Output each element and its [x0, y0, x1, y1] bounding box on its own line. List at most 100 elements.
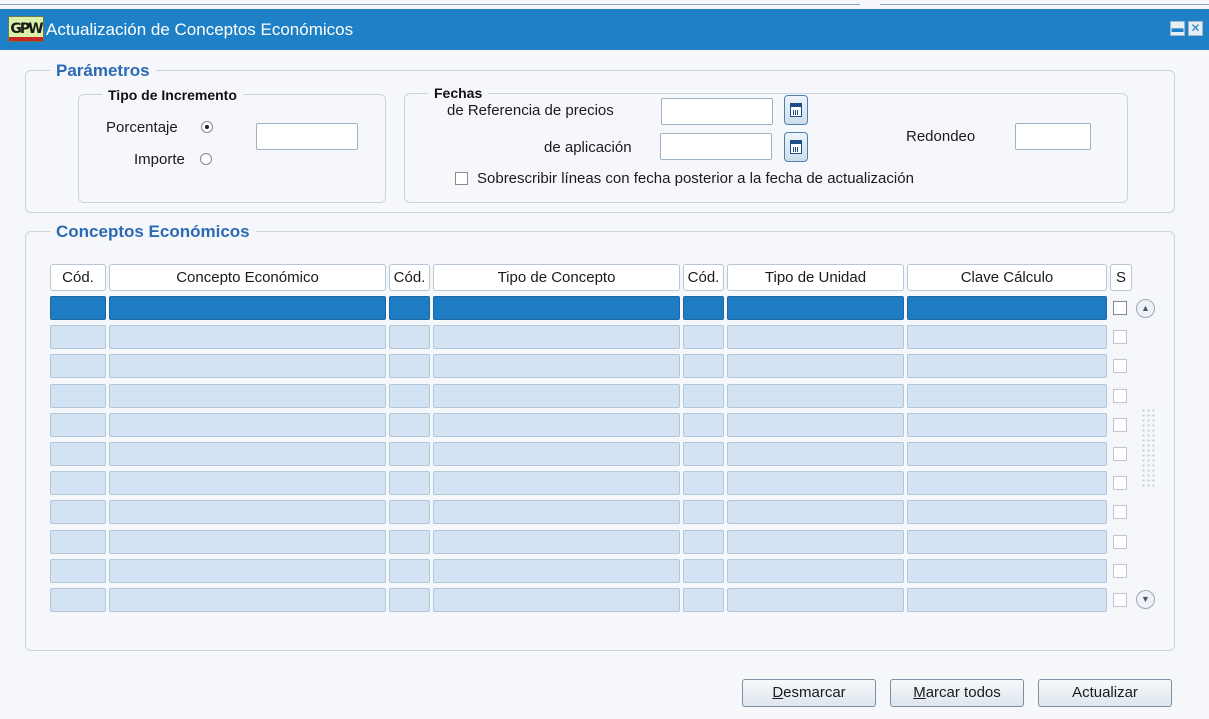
- cell-tipo-concepto[interactable]: [433, 296, 680, 320]
- cell-concepto-economico[interactable]: [109, 384, 386, 408]
- cell-cod[interactable]: [50, 413, 106, 437]
- row-select-checkbox[interactable]: [1113, 418, 1127, 432]
- column-header-tipo-unidad[interactable]: Tipo de Unidad: [727, 264, 904, 291]
- cell-tipo-concepto[interactable]: [433, 413, 680, 437]
- referencia-precios-input[interactable]: [661, 98, 773, 125]
- row-select-checkbox[interactable]: [1113, 359, 1127, 373]
- cell-cod[interactable]: [683, 384, 724, 408]
- cell-cod[interactable]: [50, 471, 106, 495]
- aplicacion-calendar-button[interactable]: [784, 132, 808, 162]
- sobrescribir-checkbox[interactable]: [455, 172, 468, 185]
- row-select-checkbox[interactable]: [1113, 564, 1127, 578]
- cell-cod[interactable]: [683, 354, 724, 378]
- cell-tipo-concepto[interactable]: [433, 325, 680, 349]
- cell-tipo-concepto[interactable]: [433, 384, 680, 408]
- cell-cod[interactable]: [50, 500, 106, 524]
- importe-radio[interactable]: [200, 153, 212, 165]
- cell-tipo-unidad[interactable]: [727, 384, 904, 408]
- column-header-cod[interactable]: Cód.: [683, 264, 724, 291]
- cell-tipo-unidad[interactable]: [727, 471, 904, 495]
- cell-cod[interactable]: [683, 325, 724, 349]
- row-select-checkbox[interactable]: [1113, 301, 1127, 315]
- cell-cod[interactable]: [683, 588, 724, 612]
- incremento-value-input[interactable]: [256, 123, 358, 150]
- cell-cod[interactable]: [389, 442, 430, 466]
- cell-clave-calculo[interactable]: [907, 588, 1107, 612]
- marcar-todos-button[interactable]: Marcar todos: [890, 679, 1024, 707]
- cell-cod[interactable]: [389, 471, 430, 495]
- column-header-cod[interactable]: Cód.: [389, 264, 430, 291]
- cell-concepto-economico[interactable]: [109, 296, 386, 320]
- cell-cod[interactable]: [389, 588, 430, 612]
- cell-tipo-concepto[interactable]: [433, 559, 680, 583]
- cell-clave-calculo[interactable]: [907, 530, 1107, 554]
- cell-concepto-economico[interactable]: [109, 354, 386, 378]
- column-header-tipo-concepto[interactable]: Tipo de Concepto: [433, 264, 680, 291]
- scroll-down-icon[interactable]: ▼: [1136, 590, 1155, 609]
- cell-tipo-unidad[interactable]: [727, 530, 904, 554]
- cell-cod[interactable]: [50, 559, 106, 583]
- cell-clave-calculo[interactable]: [907, 325, 1107, 349]
- cell-cod[interactable]: [50, 325, 106, 349]
- referencia-calendar-button[interactable]: [784, 95, 808, 125]
- cell-cod[interactable]: [389, 559, 430, 583]
- column-header-clave-calculo[interactable]: Clave Cálculo: [907, 264, 1107, 291]
- cell-cod[interactable]: [50, 384, 106, 408]
- cell-clave-calculo[interactable]: [907, 559, 1107, 583]
- cell-cod[interactable]: [50, 442, 106, 466]
- cell-concepto-economico[interactable]: [109, 413, 386, 437]
- cell-tipo-unidad[interactable]: [727, 296, 904, 320]
- cell-cod[interactable]: [389, 530, 430, 554]
- cell-concepto-economico[interactable]: [109, 325, 386, 349]
- scroll-up-icon[interactable]: ▲: [1136, 299, 1155, 318]
- row-select-checkbox[interactable]: [1113, 389, 1127, 403]
- cell-cod[interactable]: [683, 442, 724, 466]
- cell-clave-calculo[interactable]: [907, 413, 1107, 437]
- cell-concepto-economico[interactable]: [109, 471, 386, 495]
- cell-tipo-unidad[interactable]: [727, 500, 904, 524]
- column-header-s[interactable]: S: [1110, 264, 1132, 291]
- cell-tipo-unidad[interactable]: [727, 354, 904, 378]
- row-select-checkbox[interactable]: [1113, 593, 1127, 607]
- cell-cod[interactable]: [50, 354, 106, 378]
- cell-cod[interactable]: [50, 296, 106, 320]
- cell-tipo-unidad[interactable]: [727, 325, 904, 349]
- close-icon[interactable]: ✕: [1188, 21, 1203, 36]
- cell-tipo-unidad[interactable]: [727, 413, 904, 437]
- cell-concepto-economico[interactable]: [109, 442, 386, 466]
- cell-cod[interactable]: [389, 296, 430, 320]
- cell-tipo-unidad[interactable]: [727, 559, 904, 583]
- cell-cod[interactable]: [50, 588, 106, 612]
- cell-cod[interactable]: [683, 296, 724, 320]
- cell-cod[interactable]: [389, 325, 430, 349]
- cell-tipo-concepto[interactable]: [433, 500, 680, 524]
- cell-cod[interactable]: [389, 413, 430, 437]
- cell-cod[interactable]: [683, 559, 724, 583]
- row-select-checkbox[interactable]: [1113, 535, 1127, 549]
- desmarcar-button[interactable]: Desmarcar: [742, 679, 876, 707]
- column-header-cod[interactable]: Cód.: [50, 264, 106, 291]
- cell-tipo-concepto[interactable]: [433, 530, 680, 554]
- row-select-checkbox[interactable]: [1113, 447, 1127, 461]
- cell-tipo-concepto[interactable]: [433, 354, 680, 378]
- cell-cod[interactable]: [683, 530, 724, 554]
- cell-tipo-concepto[interactable]: [433, 442, 680, 466]
- cell-cod[interactable]: [389, 500, 430, 524]
- cell-tipo-unidad[interactable]: [727, 588, 904, 612]
- cell-clave-calculo[interactable]: [907, 296, 1107, 320]
- cell-concepto-economico[interactable]: [109, 588, 386, 612]
- aplicacion-input[interactable]: [660, 133, 772, 160]
- cell-tipo-concepto[interactable]: [433, 471, 680, 495]
- cell-cod[interactable]: [683, 500, 724, 524]
- cell-cod[interactable]: [50, 530, 106, 554]
- cell-clave-calculo[interactable]: [907, 384, 1107, 408]
- cell-concepto-economico[interactable]: [109, 530, 386, 554]
- row-select-checkbox[interactable]: [1113, 330, 1127, 344]
- cell-cod[interactable]: [683, 471, 724, 495]
- cell-cod[interactable]: [389, 354, 430, 378]
- cell-tipo-unidad[interactable]: [727, 442, 904, 466]
- column-header-concepto-economico[interactable]: Concepto Económico: [109, 264, 386, 291]
- cell-cod[interactable]: [389, 384, 430, 408]
- row-select-checkbox[interactable]: [1113, 476, 1127, 490]
- porcentaje-radio[interactable]: [201, 121, 213, 133]
